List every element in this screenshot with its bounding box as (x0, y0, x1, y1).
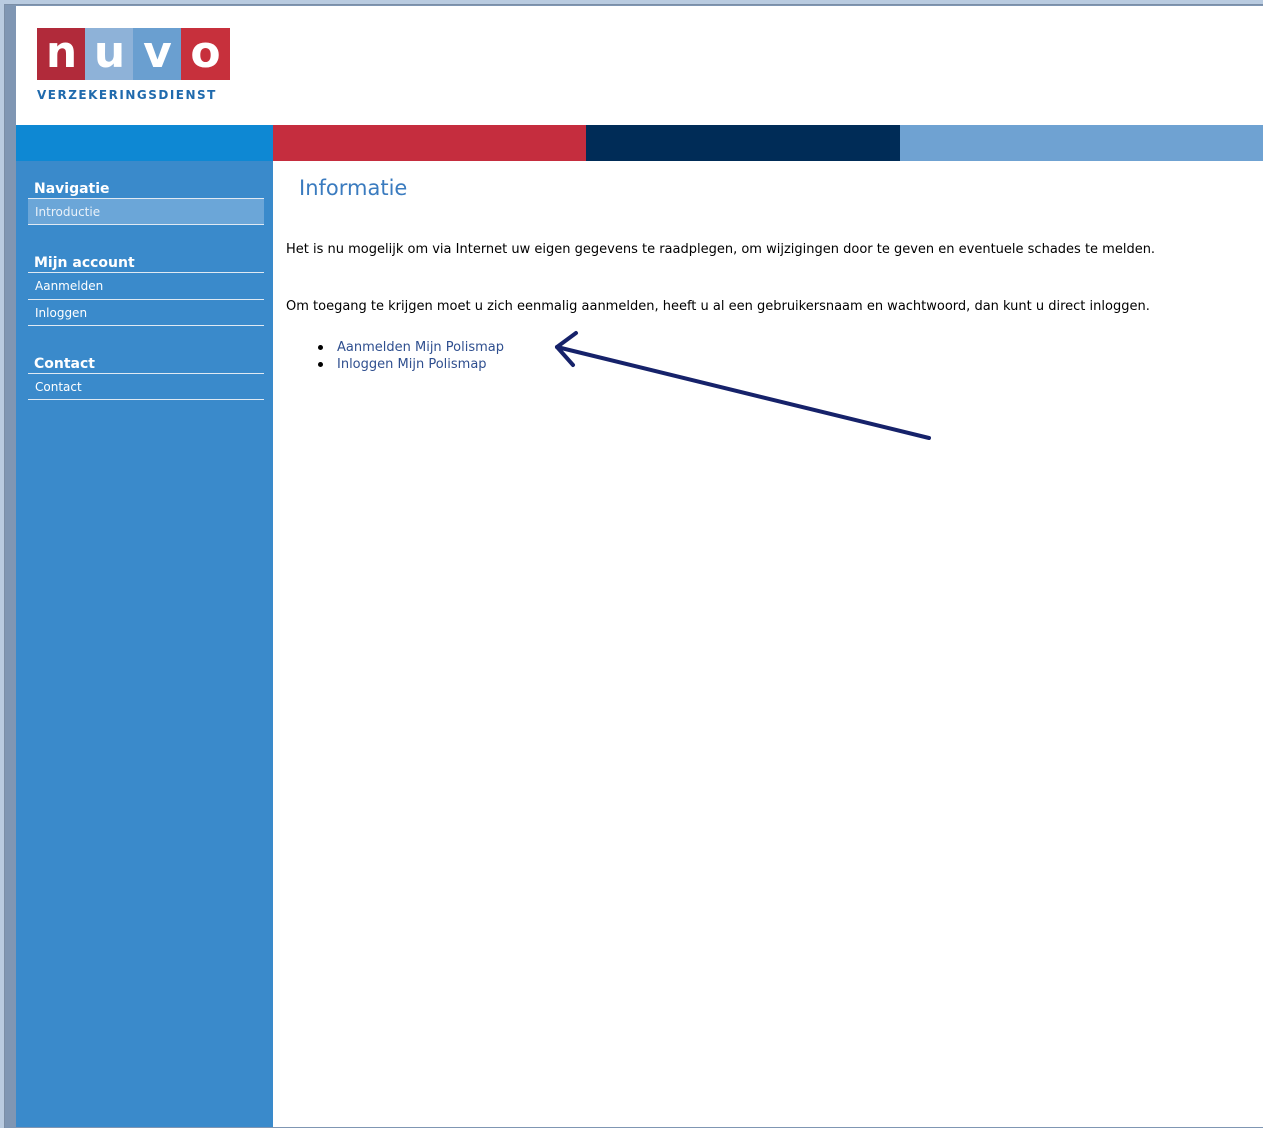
nav-divider (28, 399, 264, 400)
sidebar-item-inloggen[interactable]: Inloggen (28, 299, 264, 325)
strip-segment-lightblue (900, 125, 1263, 161)
aanmelden-polismap-link[interactable]: Aanmelden Mijn Polismap (337, 340, 504, 355)
logo-letter-v: v (133, 28, 182, 80)
inloggen-polismap-link[interactable]: Inloggen Mijn Polismap (337, 357, 487, 372)
intro-paragraph: Het is nu mogelijk om via Internet uw ei… (286, 242, 1156, 257)
strip-segment-red (273, 125, 586, 161)
nav-heading-contact: Contact (34, 356, 95, 372)
bullet-icon (318, 362, 323, 367)
nav-heading-mijn-account: Mijn account (34, 255, 135, 271)
list-item: Aanmelden Mijn Polismap (316, 339, 504, 356)
header-color-strip (16, 125, 1263, 161)
nuvo-logo: n u v o VERZEKERINGSDIENST (37, 28, 231, 112)
nav-divider (28, 325, 264, 326)
logo-letter-u: u (85, 28, 134, 80)
page-title: Informatie (299, 176, 408, 200)
list-item: Inloggen Mijn Polismap (316, 356, 504, 373)
sidebar: Navigatie Introductie Mijn account Aanme… (16, 161, 273, 1127)
polismap-link-list: Aanmelden Mijn Polismap Inloggen Mijn Po… (316, 339, 504, 373)
logo-letter-n: n (37, 28, 86, 80)
sidebar-item-introductie[interactable]: Introductie (28, 198, 264, 224)
access-paragraph: Om toegang te krijgen moet u zich eenmal… (286, 299, 1150, 314)
strip-segment-blue (16, 125, 273, 161)
sidebar-item-aanmelden[interactable]: Aanmelden (28, 272, 264, 298)
sidebar-item-contact[interactable]: Contact (28, 373, 264, 399)
logo-letter-o: o (181, 28, 230, 80)
bullet-icon (318, 345, 323, 350)
nav-divider (28, 224, 264, 225)
logo-subtitle: VERZEKERINGSDIENST (37, 88, 217, 102)
nav-heading-navigatie: Navigatie (34, 181, 110, 197)
page: n u v o VERZEKERINGSDIENST Navigatie Int… (16, 6, 1263, 1127)
strip-segment-navy (586, 125, 900, 161)
